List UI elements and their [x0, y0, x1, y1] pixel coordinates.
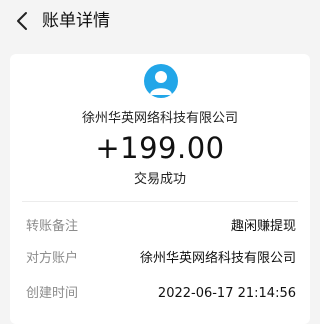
detail-row-counterparty: 对方账户 徐州华英网络科技有限公司	[10, 248, 310, 270]
top-bar: 账单详情	[0, 0, 320, 44]
detail-row-remark: 转账备注 趣闲赚提现	[10, 216, 310, 238]
detail-value: 徐州华英网络科技有限公司	[139, 251, 296, 266]
detail-value: 2022-06-17 21:14:56	[157, 286, 296, 301]
back-button[interactable]	[10, 9, 34, 33]
detail-label: 转账备注	[26, 219, 79, 234]
detail-value: 趣闲赚提现	[230, 219, 296, 234]
page-title: 账单详情	[42, 11, 110, 31]
transaction-status: 交易成功	[133, 172, 186, 187]
chevron-left-icon	[17, 12, 27, 30]
detail-row-created-time: 创建时间 2022-06-17 21:14:56	[10, 283, 310, 305]
transaction-amount: +199.00	[95, 131, 225, 165]
user-avatar-icon	[144, 64, 178, 98]
divider	[22, 201, 298, 202]
detail-label: 对方账户	[26, 251, 79, 266]
detail-label: 创建时间	[26, 286, 79, 301]
bill-card: 徐州华英网络科技有限公司 +199.00 交易成功 转账备注 趣闲赚提现 对方账…	[10, 54, 310, 324]
merchant-name: 徐州华英网络科技有限公司	[81, 111, 238, 126]
